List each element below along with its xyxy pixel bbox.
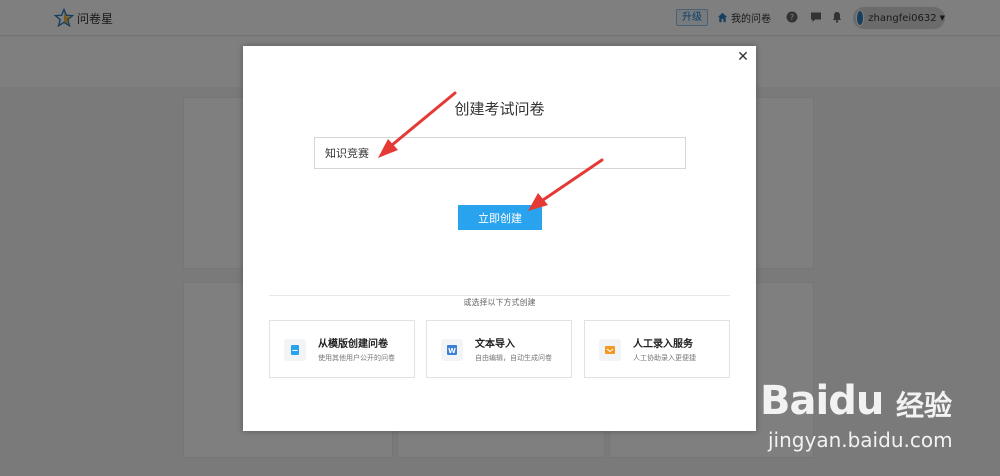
manual-entry-option[interactable]: 人工录入服务 人工协助录入更便捷 xyxy=(584,320,730,378)
text-import-option[interactable]: W 文本导入 自由编辑，自动生成问卷 xyxy=(426,320,572,378)
option-description: 人工协助录入更便捷 xyxy=(633,354,696,362)
watermark-logo: Baidu xyxy=(760,378,884,424)
manual-entry-icon xyxy=(605,346,615,354)
watermark-jingyan: 经验 xyxy=(896,389,953,422)
baidu-jingyan-watermark: Baidu 经验 jingyan.baidu.com xyxy=(760,368,996,468)
dialog-title: 创建考试问卷 xyxy=(454,100,545,118)
svg-text:W: W xyxy=(448,347,456,355)
option-title: 人工录入服务 xyxy=(633,339,693,350)
create-now-button[interactable]: 立即创建 xyxy=(458,205,542,230)
divider-label: 或选择以下方式创建 xyxy=(455,298,544,307)
option-title: 从模版创建问卷 xyxy=(318,339,388,350)
close-icon[interactable]: ✕ xyxy=(736,50,750,64)
survey-name-input[interactable] xyxy=(314,137,686,169)
option-description: 使用其他用户公开的问卷 xyxy=(318,354,395,362)
option-description: 自由编辑，自动生成问卷 xyxy=(475,354,552,362)
template-doc-icon xyxy=(291,345,299,355)
create-exam-dialog: ✕ 创建考试问卷 立即创建 或选择以下方式创建 从模版创建问卷 使用其他用户公开… xyxy=(243,46,756,431)
create-from-template-option[interactable]: 从模版创建问卷 使用其他用户公开的问卷 xyxy=(269,320,415,378)
watermark-url: jingyan.baidu.com xyxy=(768,428,953,452)
text-import-icon: W xyxy=(447,345,457,355)
option-title: 文本导入 xyxy=(475,339,515,350)
